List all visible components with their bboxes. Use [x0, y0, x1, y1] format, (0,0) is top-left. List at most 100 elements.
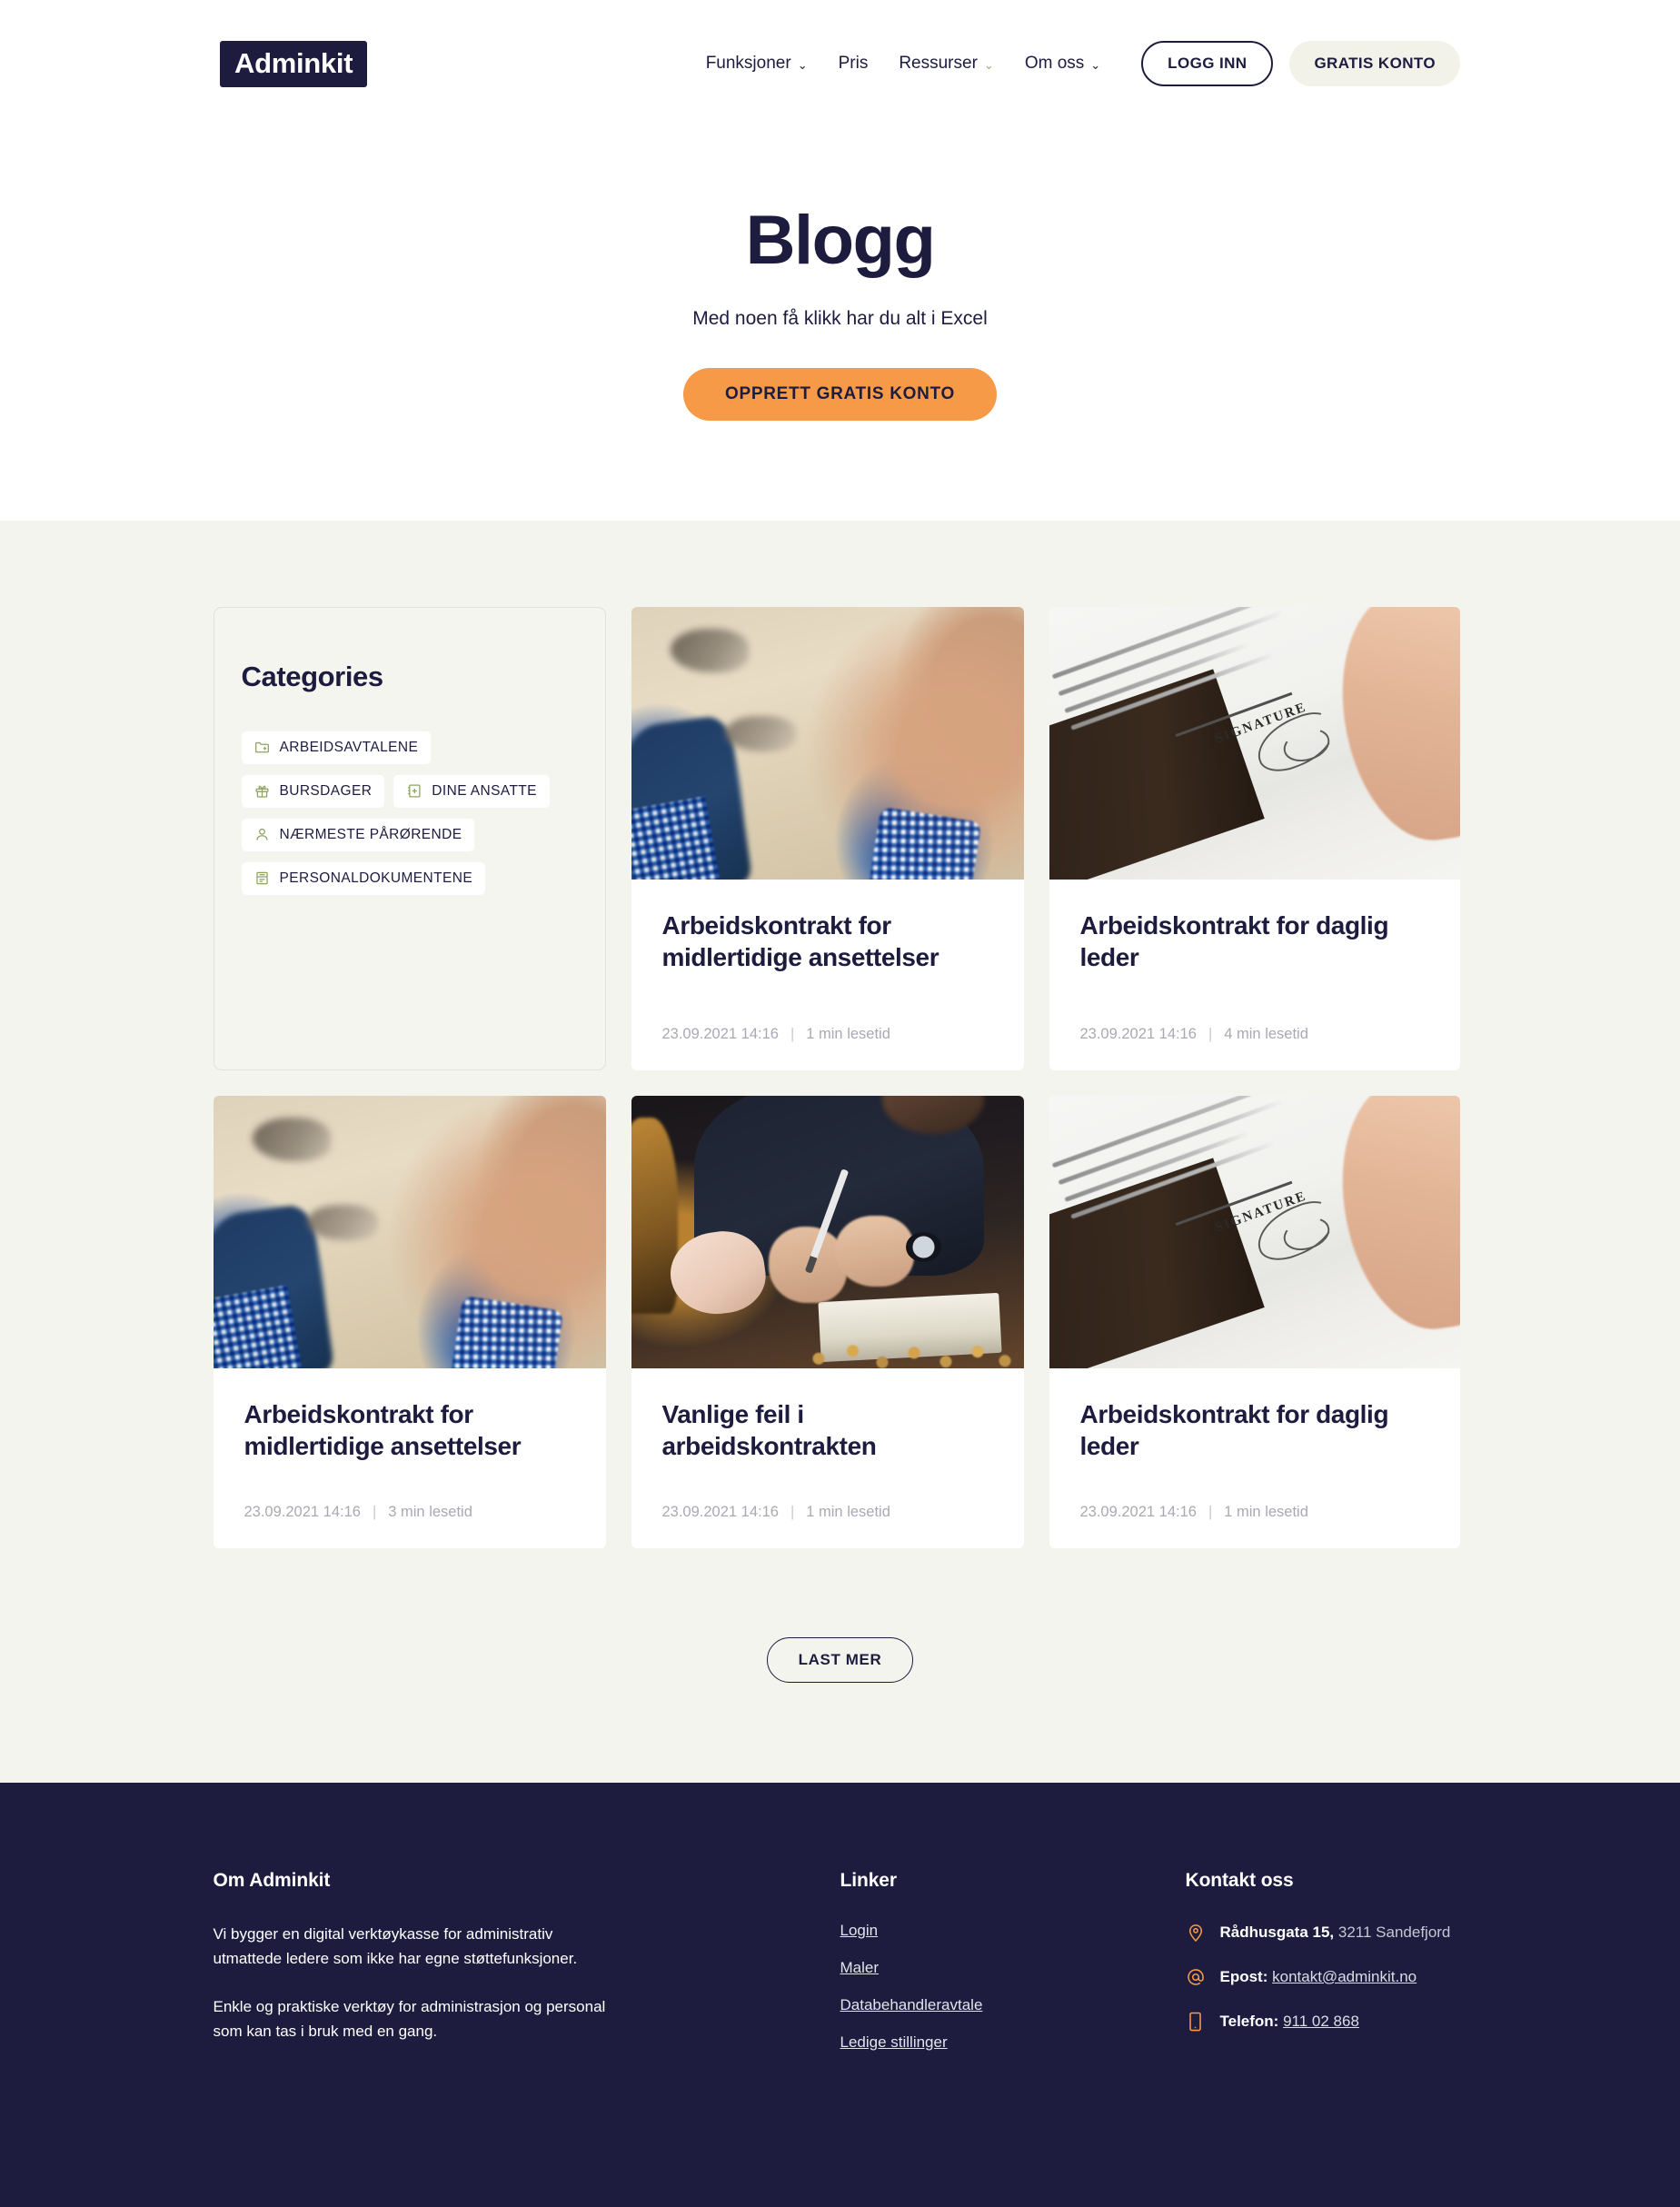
- category-naermeste-parorende[interactable]: NÆRMESTE PÅRØRENDE: [241, 818, 475, 851]
- blog-card-readtime: 3 min lesetid: [388, 1503, 472, 1520]
- at-sign-icon: [1186, 1966, 1206, 1988]
- blog-card-date: 23.09.2021 14:16: [1079, 1025, 1197, 1042]
- login-button[interactable]: LOGG INN: [1141, 41, 1274, 86]
- hero-subtitle: Med noen få klikk har du alt i Excel: [692, 307, 988, 329]
- meta-separator: |: [790, 1503, 795, 1520]
- blog-card-meta: 23.09.2021 14:16 | 1 min lesetid: [1080, 1462, 1429, 1521]
- user-icon: [254, 827, 270, 842]
- meta-separator: |: [1208, 1025, 1213, 1042]
- footer-phone-value[interactable]: 911 02 868: [1283, 2013, 1359, 2030]
- blog-card[interactable]: SIGNATURE Arbeidskontrakt for daglig led…: [1049, 606, 1460, 1070]
- categories-panel: Categories ARBEIDSAVTALENE BURSDAGER DIN…: [213, 606, 606, 1070]
- gift-icon: [254, 783, 270, 799]
- footer-phone-row: Telefon: 911 02 868: [1186, 2011, 1467, 2033]
- nav-label: Pris: [838, 54, 869, 73]
- footer-phone-label: Telefon:: [1219, 2012, 1279, 2030]
- blog-card-image: SIGNATURE: [1049, 1095, 1460, 1368]
- nav-item-funksjoner[interactable]: Funksjoner ⌄: [691, 54, 823, 74]
- footer-email-value[interactable]: kontakt@adminkit.no: [1272, 1968, 1417, 1985]
- blog-card-date: 23.09.2021 14:16: [244, 1503, 361, 1520]
- footer-contact-heading: Kontakt oss: [1185, 1869, 1294, 1891]
- category-label: ARBEIDSAVTALENE: [279, 739, 419, 755]
- blog-card-readtime: 4 min lesetid: [1224, 1025, 1308, 1042]
- footer-about-paragraph-2: Enkle og praktiske verktøy for administr…: [213, 1998, 606, 2041]
- site-footer: Om Adminkit Vi bygger en digital verktøy…: [0, 1782, 1680, 2207]
- free-account-button[interactable]: GRATIS KONTO: [1289, 41, 1460, 86]
- blog-card[interactable]: Arbeidskontrakt for midlertidige ansette…: [213, 1095, 606, 1548]
- nav-item-ressurser[interactable]: Ressurser ⌄: [883, 54, 1009, 74]
- location-pin-icon: [1186, 1922, 1206, 1944]
- footer-link-ledige-stillinger[interactable]: Ledige stillinger: [840, 2033, 1186, 2052]
- nav-item-pris[interactable]: Pris: [823, 54, 884, 74]
- blog-card-date: 23.09.2021 14:16: [661, 1503, 779, 1520]
- footer-links-column: Linker Login Maler Databehandleravtale L…: [840, 1870, 1186, 2071]
- footer-link-maler[interactable]: Maler: [840, 1959, 1186, 1977]
- footer-address-city: 3211 Sandefjord: [1334, 1923, 1451, 1941]
- blog-card-title: Arbeidskontrakt for midlertidige ansette…: [244, 1399, 522, 1460]
- blog-card-meta: 23.09.2021 14:16 | 1 min lesetid: [662, 984, 993, 1043]
- nav-item-om-oss[interactable]: Om oss ⌄: [1009, 54, 1116, 74]
- blog-card-title: Arbeidskontrakt for daglig leder: [1079, 910, 1389, 971]
- page-title: Blogg: [745, 202, 936, 279]
- nav-label: Funksjoner: [705, 54, 791, 73]
- footer-address-row: Rådhusgata 15, 3211 Sandefjord: [1186, 1922, 1467, 1944]
- categories-title: Categories: [241, 660, 384, 692]
- category-label: DINE ANSATTE: [432, 782, 537, 799]
- category-bursdager[interactable]: BURSDAGER: [241, 774, 385, 808]
- blog-card-image: [213, 1095, 606, 1368]
- hero-section: Blogg Med noen få klikk har du alt i Exc…: [0, 127, 1680, 521]
- category-label: BURSDAGER: [279, 782, 373, 799]
- blog-card[interactable]: SIGNATURE Arbeidskontrakt for daglig led…: [1049, 1095, 1460, 1548]
- footer-about-heading: Om Adminkit: [213, 1869, 331, 1891]
- blog-section: Categories ARBEIDSAVTALENE BURSDAGER DIN…: [0, 520, 1680, 1783]
- blog-card-date: 23.09.2021 14:16: [1079, 1503, 1197, 1520]
- load-more-button[interactable]: LAST MER: [766, 1636, 914, 1683]
- blog-card[interactable]: Arbeidskontrakt for midlertidige ansette…: [631, 606, 1024, 1070]
- blog-card-image: [631, 1095, 1024, 1368]
- footer-about-paragraph-1: Vi bygger en digital verktøykasse for ad…: [213, 1924, 578, 1967]
- blog-card-body: Arbeidskontrakt for midlertidige ansette…: [631, 880, 1024, 1070]
- blog-card-readtime: 1 min lesetid: [1224, 1503, 1308, 1520]
- footer-address-street: Rådhusgata 15,: [1219, 1923, 1335, 1941]
- hero-cta-button[interactable]: OPPRETT GRATIS KONTO: [683, 367, 997, 421]
- category-label: PERSONALDOKUMENTENE: [279, 870, 473, 886]
- chevron-down-icon: ⌄: [797, 57, 808, 72]
- footer-link-databehandleravtale[interactable]: Databehandleravtale: [840, 1996, 1186, 2014]
- phone-icon: [1186, 2011, 1206, 2033]
- meta-separator: |: [790, 1025, 795, 1042]
- blog-card-date: 23.09.2021 14:16: [661, 1025, 779, 1042]
- category-dine-ansatte[interactable]: DINE ANSATTE: [393, 774, 550, 808]
- meta-separator: |: [372, 1503, 377, 1520]
- blog-card-body: Arbeidskontrakt for daglig leder 23.09.2…: [1049, 880, 1460, 1070]
- category-personaldokumentene[interactable]: PERSONALDOKUMENTENE: [241, 861, 486, 895]
- main-nav: Funksjoner ⌄ Pris Ressurser ⌄ Om oss ⌄ L…: [691, 41, 1460, 86]
- blog-card-body: Arbeidskontrakt for daglig leder 23.09.2…: [1049, 1368, 1460, 1548]
- blog-card-readtime: 1 min lesetid: [806, 1025, 890, 1042]
- blog-grid: Categories ARBEIDSAVTALENE BURSDAGER DIN…: [213, 606, 1467, 1548]
- category-arbeidsavtalene[interactable]: ARBEIDSAVTALENE: [241, 731, 432, 764]
- chevron-down-icon: ⌄: [983, 57, 994, 72]
- footer-about-column: Om Adminkit Vi bygger en digital verktøy…: [214, 1870, 840, 2071]
- blog-card-image: SIGNATURE: [1049, 606, 1460, 880]
- blog-card-title: Arbeidskontrakt for daglig leder: [1079, 1399, 1389, 1460]
- nav-label: Om oss: [1024, 54, 1085, 73]
- blog-card[interactable]: Vanlige feil i arbeidskontrakten 23.09.2…: [631, 1095, 1024, 1548]
- blog-card-image: [631, 606, 1024, 880]
- logo[interactable]: Adminkit: [220, 40, 398, 87]
- logo-text: Adminkit: [220, 40, 368, 87]
- notebook-plus-icon: [406, 783, 422, 799]
- footer-contact-column: Kontakt oss Rådhusgata 15, 3211 Sandefjo…: [1186, 1870, 1467, 2071]
- site-header: Adminkit Funksjoner ⌄ Pris Ressurser ⌄ O…: [0, 0, 1680, 127]
- footer-link-login[interactable]: Login: [840, 1922, 1186, 1940]
- category-label: NÆRMESTE PÅRØRENDE: [279, 826, 462, 842]
- chevron-down-icon: ⌄: [1090, 57, 1101, 72]
- blog-card-title: Vanlige feil i arbeidskontrakten: [661, 1399, 877, 1460]
- blog-card-readtime: 1 min lesetid: [806, 1503, 890, 1520]
- blog-card-meta: 23.09.2021 14:16 | 4 min lesetid: [1080, 984, 1429, 1043]
- blog-card-body: Arbeidskontrakt for midlertidige ansette…: [214, 1368, 606, 1548]
- blog-card-title: Arbeidskontrakt for midlertidige ansette…: [661, 910, 939, 971]
- blog-card-body: Vanlige feil i arbeidskontrakten 23.09.2…: [631, 1368, 1024, 1548]
- load-more-wrapper: LAST MER: [214, 1636, 1467, 1683]
- blog-card-meta: 23.09.2021 14:16 | 1 min lesetid: [662, 1462, 993, 1521]
- folder-plus-icon: [254, 740, 270, 755]
